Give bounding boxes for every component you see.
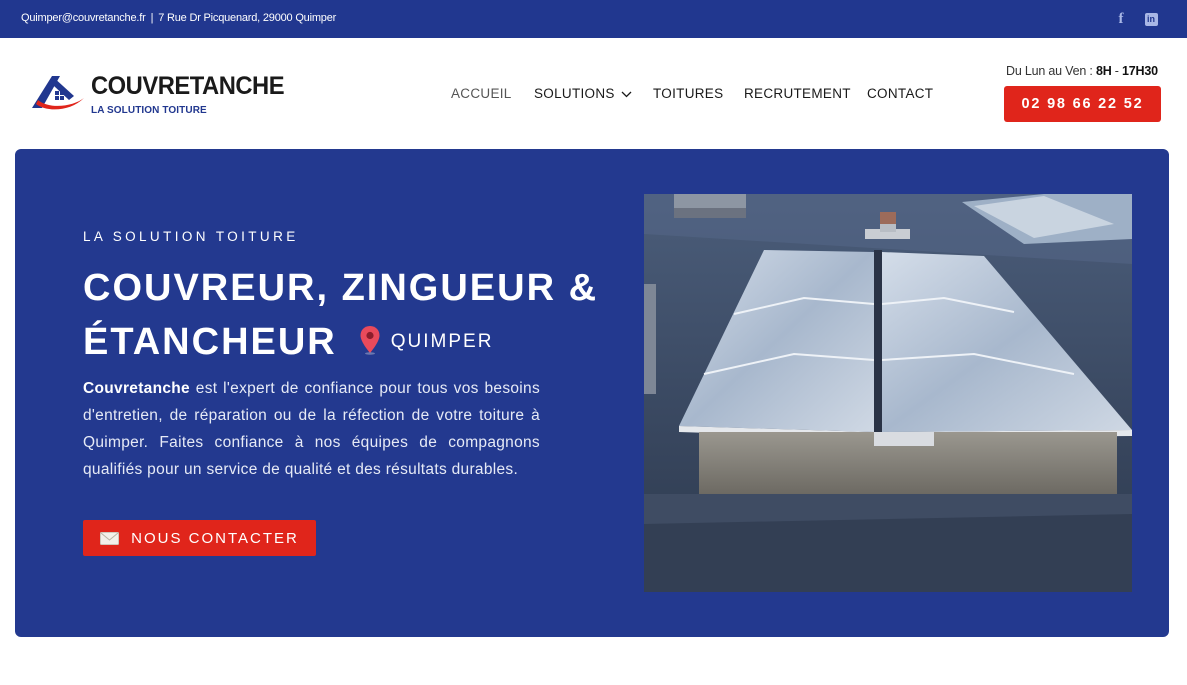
nav-item-solutions[interactable]: SOLUTIONS (534, 86, 632, 101)
hero-headline-line2: ÉTANCHEUR (83, 321, 337, 363)
opening-hours: Du Lun au Ven : 8H - 17H30 (1006, 64, 1158, 78)
nav-item-contact[interactable]: CONTACT (867, 86, 933, 101)
roof-logo-icon (32, 76, 84, 110)
logo-tagline: LA SOLUTION TOITURE (91, 105, 207, 116)
flat-roof-skylights-photo (644, 194, 1132, 592)
nav-item-recrutement[interactable]: RECRUTEMENT (744, 86, 851, 101)
hero-headline-line1: COUVREUR, ZINGUEUR & (83, 267, 599, 309)
hero-section: LA SOLUTION TOITURE COUVREUR, ZINGUEUR &… (15, 149, 1169, 637)
topbar-address: 7 Rue Dr Picquenard, 29000 Quimper (158, 12, 337, 24)
contact-us-button[interactable]: NOUS CONTACTER (83, 520, 316, 556)
hero-description-brand: Couvretanche (83, 380, 190, 397)
hours-end: 17H30 (1122, 64, 1158, 78)
chevron-down-icon (621, 91, 632, 98)
facebook-icon[interactable]: f (1113, 11, 1129, 27)
hero-headline: COUVREUR, ZINGUEUR & ÉTANCHEUR QUIMPER (83, 261, 598, 369)
envelope-icon (100, 531, 120, 545)
linkedin-icon[interactable]: in (1143, 11, 1159, 27)
topbar-separator: | (150, 12, 154, 24)
hero-headline-line2-row: ÉTANCHEUR QUIMPER (83, 315, 598, 369)
nav-item-solutions-label: SOLUTIONS (534, 86, 615, 101)
hours-prefix: Du Lun au Ven : (1006, 64, 1096, 78)
hero-eyebrow: LA SOLUTION TOITURE (83, 229, 299, 244)
hero-description: Couvretanche est l'expert de confiance p… (83, 375, 540, 483)
linkedin-glyph: in (1144, 12, 1158, 26)
contact-us-label: NOUS CONTACTER (131, 529, 299, 547)
site-logo[interactable]: COUVRETANCHE LA SOLUTION TOITURE (30, 70, 285, 120)
hero-city: QUIMPER (390, 331, 494, 352)
map-pin-icon (360, 326, 380, 355)
nav-item-toitures[interactable]: TOITURES (653, 86, 723, 101)
nav-item-accueil[interactable]: ACCUEIL (451, 86, 512, 101)
topbar-contact-info: Quimper@couvretanche.fr | 7 Rue Dr Picquen… (21, 12, 336, 24)
hours-start: 8H (1095, 64, 1112, 78)
topbar-email-link[interactable]: Quimper@couvretanche.fr (21, 12, 146, 24)
phone-call-button[interactable]: 02 98 66 22 52 (1004, 86, 1161, 122)
logo-brand-name: COUVRETANCHE (91, 72, 285, 100)
top-bar: Quimper@couvretanche.fr | 7 Rue Dr Picquen… (0, 0, 1187, 38)
hours-sep: - (1111, 64, 1123, 78)
